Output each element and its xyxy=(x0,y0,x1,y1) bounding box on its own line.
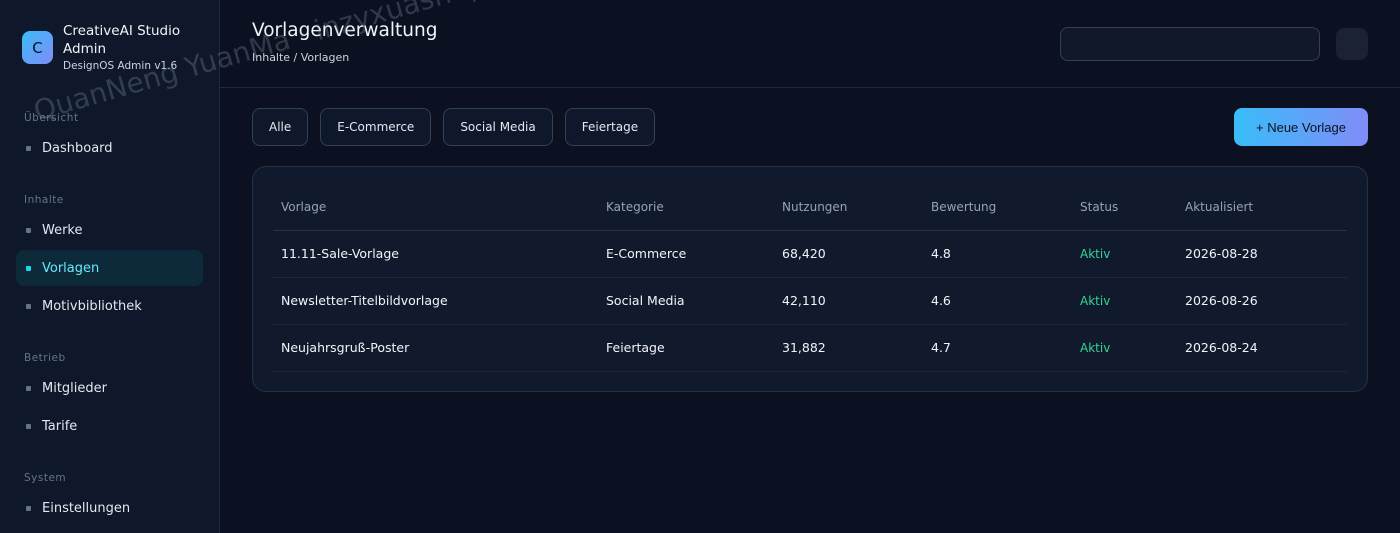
status-badge: Aktiv xyxy=(1072,230,1177,278)
table-row[interactable]: Newsletter-Titelbildvorlage Social Media 4… xyxy=(273,277,1347,325)
brand-title: CreativeAI Studio Admin xyxy=(63,23,181,57)
sidebar-nav: Übersicht Dashboard Inhalte Werke Vorlagen Mo… xyxy=(16,112,203,526)
table-cell: 2026-08-26 xyxy=(1177,277,1347,325)
main-content: Vorlagenverwaltung Inhalte / Vorlagen Al… xyxy=(220,0,1400,533)
sidebar: C CreativeAI Studio Admin DesignOS Admin… xyxy=(0,0,220,533)
bullet-icon xyxy=(26,265,31,271)
app-root: C CreativeAI Studio Admin DesignOS Admin… xyxy=(0,0,1400,533)
table-cell: Feiertage xyxy=(598,324,774,372)
filter-chip[interactable]: Alle xyxy=(252,108,309,146)
brand: C CreativeAI Studio Admin DesignOS Admin… xyxy=(22,22,203,72)
status-badge: Aktiv xyxy=(1072,277,1177,325)
bullet-icon xyxy=(26,385,31,391)
nav-section-label: Betrieb xyxy=(24,352,66,364)
column-header[interactable]: Kategorie xyxy=(598,185,774,231)
filter-chip[interactable]: Feiertage xyxy=(564,108,656,146)
page-header: Vorlagenverwaltung Inhalte / Vorlagen xyxy=(220,0,1400,88)
column-header[interactable]: Status xyxy=(1072,185,1177,231)
sidebar-item-label: Vorlagen xyxy=(42,260,100,276)
sidebar-item-label: Mitglieder xyxy=(42,380,107,396)
table-cell: 4.7 xyxy=(923,324,1072,372)
column-header[interactable]: Bewertung xyxy=(923,185,1072,231)
nav-section-label: Übersicht xyxy=(24,112,79,124)
table-cell: 4.6 xyxy=(923,277,1072,325)
column-header[interactable]: Nutzungen xyxy=(774,185,923,231)
new-template-button[interactable]: + Neue Vorlage xyxy=(1234,108,1368,146)
sidebar-item-vorlagen[interactable]: Vorlagen xyxy=(16,250,203,286)
filter-chip[interactable]: Social Media xyxy=(443,108,553,146)
category-filters: Alle E-Commerce Social Media Feiertage xyxy=(252,108,656,146)
table-cell: 31,882 xyxy=(774,324,923,372)
bullet-icon xyxy=(26,145,31,151)
table-cell: Newsletter-Titelbildvorlage xyxy=(273,277,598,325)
table-cell: E-Commerce xyxy=(598,230,774,278)
table-header-row: Vorlage Kategorie Nutzungen Bewertung Status… xyxy=(273,185,1347,231)
table-cell: 11.11-Sale-Vorlage xyxy=(273,230,598,278)
sidebar-item-motivbibliothek[interactable]: Motivbibliothek xyxy=(16,288,203,324)
sidebar-item-werke[interactable]: Werke xyxy=(16,212,203,248)
header-action-button[interactable] xyxy=(1336,28,1368,60)
column-header[interactable]: Vorlage xyxy=(273,185,598,231)
sidebar-item-tarife[interactable]: Tarife xyxy=(16,408,203,444)
table-cell: Neujahrsgruß-Poster xyxy=(273,324,598,372)
bullet-icon xyxy=(26,227,31,233)
templates-table: Vorlage Kategorie Nutzungen Bewertung Status… xyxy=(273,185,1347,372)
sidebar-item-label: Tarife xyxy=(42,418,78,434)
search-input[interactable] xyxy=(1060,27,1320,61)
table-row[interactable]: Neujahrsgruß-Poster Feiertage 31,882 4.7 Akt… xyxy=(273,324,1347,372)
table-body: 11.11-Sale-Vorlage E-Commerce 68,420 4.8 Akt… xyxy=(273,230,1347,372)
sidebar-item-label: Werke xyxy=(42,222,83,238)
page-title: Vorlagenverwaltung xyxy=(252,20,438,41)
sidebar-item-dashboard[interactable]: Dashboard xyxy=(16,130,203,166)
sidebar-item-mitglieder[interactable]: Mitglieder xyxy=(16,370,203,406)
table-cell: 42,110 xyxy=(774,277,923,325)
sidebar-item-einstellungen[interactable]: Einstellungen xyxy=(16,490,203,526)
table-cell: 2026-08-28 xyxy=(1177,230,1347,278)
nav-section-label: System xyxy=(24,472,67,484)
table-row[interactable]: 11.11-Sale-Vorlage E-Commerce 68,420 4.8 Akt… xyxy=(273,230,1347,278)
status-badge: Aktiv xyxy=(1072,324,1177,372)
table-cell: Social Media xyxy=(598,277,774,325)
bullet-icon xyxy=(26,505,31,511)
table-cell: 68,420 xyxy=(774,230,923,278)
nav-section-label: Inhalte xyxy=(24,194,64,206)
table-cell: 4.8 xyxy=(923,230,1072,278)
templates-table-card: Vorlage Kategorie Nutzungen Bewertung Status… xyxy=(252,166,1368,392)
sidebar-item-label: Motivbibliothek xyxy=(42,298,142,314)
brand-text: CreativeAI Studio Admin DesignOS Admin v… xyxy=(63,22,203,72)
breadcrumb: Inhalte / Vorlagen xyxy=(252,51,350,64)
sidebar-item-label: Dashboard xyxy=(42,140,113,156)
filter-chip[interactable]: E-Commerce xyxy=(320,108,432,146)
table-cell: 2026-08-24 xyxy=(1177,324,1347,372)
brand-subtitle: DesignOS Admin v1.6 xyxy=(63,60,178,72)
column-header[interactable]: Aktualisiert xyxy=(1177,185,1347,231)
brand-logo: C xyxy=(22,31,53,64)
sidebar-item-label: Einstellungen xyxy=(42,500,131,516)
bullet-icon xyxy=(26,423,31,429)
bullet-icon xyxy=(26,303,31,309)
